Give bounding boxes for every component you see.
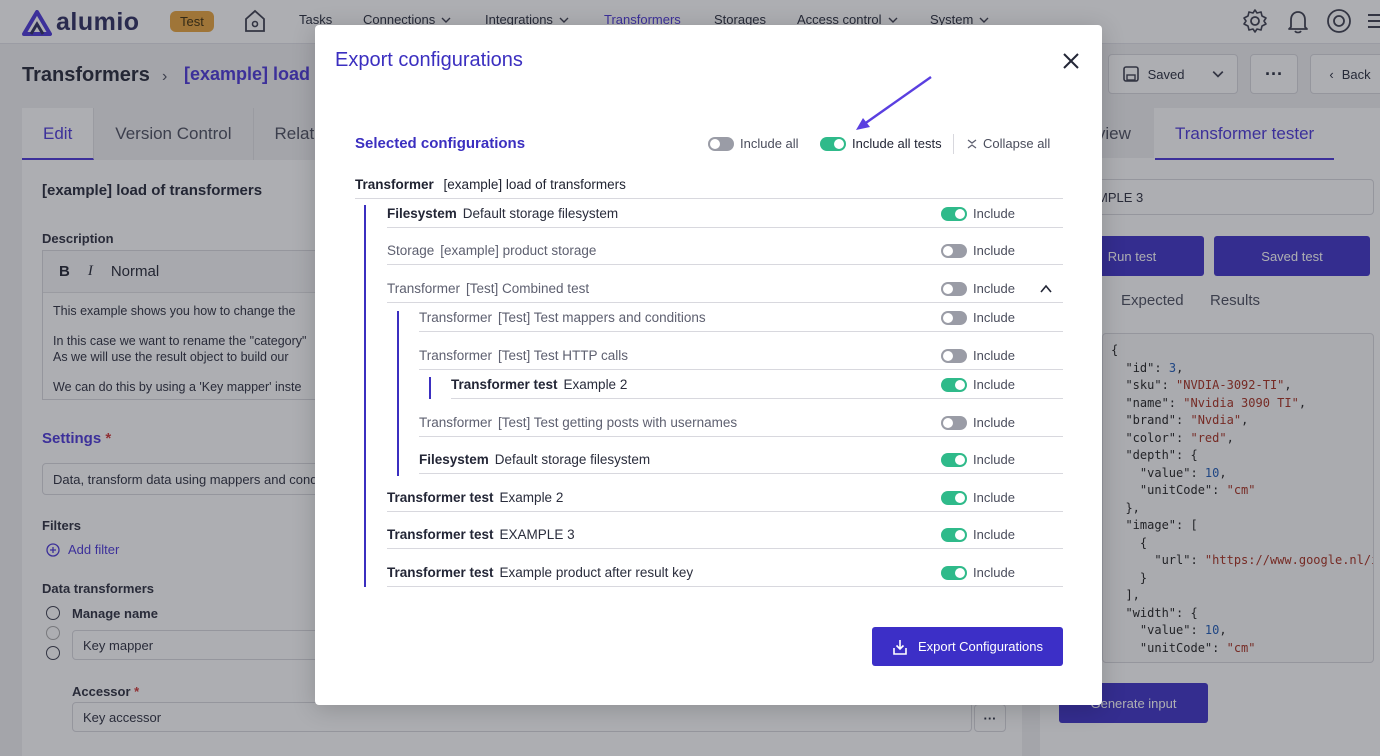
include-toggle[interactable]: Include <box>941 490 1015 505</box>
divider <box>953 134 954 154</box>
include-all-toggle[interactable]: Include all <box>708 136 799 151</box>
include-toggle[interactable]: Include <box>941 565 1015 580</box>
config-row: Transformer [Test] Test getting posts wit… <box>419 415 1063 437</box>
include-toggle[interactable]: Include <box>941 281 1015 296</box>
include-toggle[interactable]: Include <box>941 452 1015 467</box>
root-configuration-row: Transformer [example] load of transforme… <box>355 177 1063 199</box>
config-row: Transformer [Test] Test HTTP calls Includ… <box>419 348 1063 370</box>
include-toggle[interactable]: Include <box>941 348 1015 363</box>
annotation-arrow-icon <box>856 76 932 130</box>
chevron-up-icon[interactable] <box>1039 282 1053 296</box>
config-row: Transformer test Example 2 Include <box>387 490 1063 512</box>
toggle-switch[interactable] <box>820 136 846 151</box>
config-row: Transformer test Example 2 Include <box>451 377 1063 399</box>
include-toggle[interactable]: Include <box>941 310 1015 325</box>
config-row: Filesystem Default storage filesystem Inc… <box>419 452 1063 474</box>
config-row: Transformer test Example product after re… <box>387 565 1063 587</box>
include-toggle[interactable]: Include <box>941 415 1015 430</box>
toggle-switch[interactable] <box>708 136 734 151</box>
config-row: Filesystem Default storage filesystem Inc… <box>387 206 1063 228</box>
include-all-tests-toggle[interactable]: Include all tests <box>820 136 942 151</box>
export-configurations-button[interactable]: Export Configurations <box>872 627 1063 666</box>
include-toggle[interactable]: Include <box>941 527 1015 542</box>
include-toggle[interactable]: Include <box>941 377 1015 392</box>
export-icon <box>893 639 907 655</box>
collapse-icon <box>967 138 977 149</box>
config-row: Transformer test EXAMPLE 3 Include <box>387 527 1063 549</box>
tree-line <box>364 205 366 587</box>
config-row: Storage [example] product storage Include <box>387 243 1063 265</box>
config-row: Transformer [Test] Combined test Include <box>387 281 1063 303</box>
modal-title: Export configurations <box>335 49 523 71</box>
config-row: Transformer [Test] Test mappers and condi… <box>419 310 1063 332</box>
collapse-all-button[interactable]: Collapse all <box>967 136 1050 151</box>
selected-configurations-title: Selected configurations <box>355 135 526 152</box>
include-toggle[interactable]: Include <box>941 243 1015 258</box>
include-toggle[interactable]: Include <box>941 206 1015 221</box>
export-configurations-modal: Export configurations Selected configura… <box>315 25 1102 705</box>
tree-line <box>429 377 431 399</box>
close-icon[interactable] <box>1062 52 1080 70</box>
tree-line <box>397 311 399 476</box>
